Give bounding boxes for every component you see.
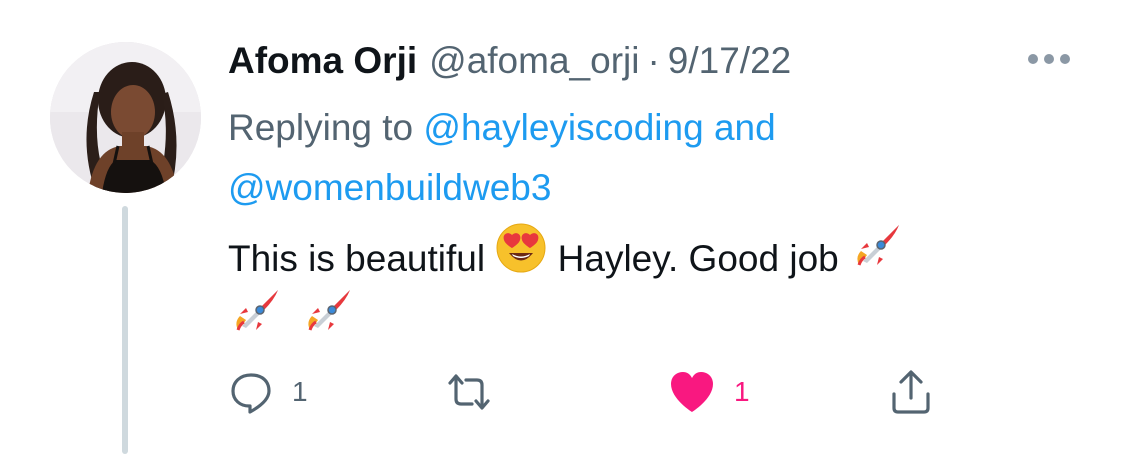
tweet-date[interactable]: 9/17/22 — [668, 40, 791, 82]
replying-prefix: Replying to — [228, 107, 414, 148]
reply-icon — [231, 373, 271, 414]
reply-button[interactable]: 1 — [228, 364, 308, 420]
retweet-icon — [448, 374, 490, 410]
reply-mention-hayleyiscoding[interactable]: @hayleyiscoding — [423, 107, 703, 148]
replying-to: Replying to @hayleyiscoding and @womenbu… — [228, 98, 988, 218]
tweet-text-part-1: This is beautiful — [228, 238, 486, 279]
reply-count: 1 — [292, 376, 308, 407]
author-handle[interactable]: @afoma_orji — [429, 40, 639, 82]
reply-mention-womenbuildweb3[interactable]: @womenbuildweb3 — [228, 167, 551, 208]
more-icon — [1028, 54, 1070, 64]
rocket-emoji — [228, 286, 282, 359]
like-button[interactable]: 1 — [668, 364, 750, 420]
heart-eyes-emoji — [495, 222, 547, 293]
share-icon — [892, 370, 930, 414]
like-icon — [671, 372, 713, 412]
tweet-text-part-2: Hayley. Good job — [557, 238, 839, 279]
rocket-emoji — [300, 286, 354, 359]
separator-dot: · — [647, 40, 660, 81]
avatar-image — [50, 42, 201, 193]
retweet-button[interactable] — [444, 364, 512, 420]
tweet: Afoma Orji @afoma_orji · 9/17/22 Replyin… — [0, 0, 1125, 454]
author-name[interactable]: Afoma Orji — [228, 40, 417, 82]
more-button[interactable] — [1025, 44, 1073, 74]
like-count: 1 — [734, 376, 750, 407]
avatar[interactable] — [50, 42, 201, 193]
action-bar: 1 1 — [228, 364, 988, 420]
thread-line — [122, 206, 128, 454]
tweet-header: Afoma Orji @afoma_orji · 9/17/22 — [228, 38, 791, 84]
rocket-emoji — [849, 221, 903, 294]
share-button[interactable] — [888, 364, 934, 420]
reply-mention-joiner[interactable]: and — [714, 107, 776, 148]
tweet-text: This is beautiful Hayley. Good job — [228, 223, 1078, 359]
